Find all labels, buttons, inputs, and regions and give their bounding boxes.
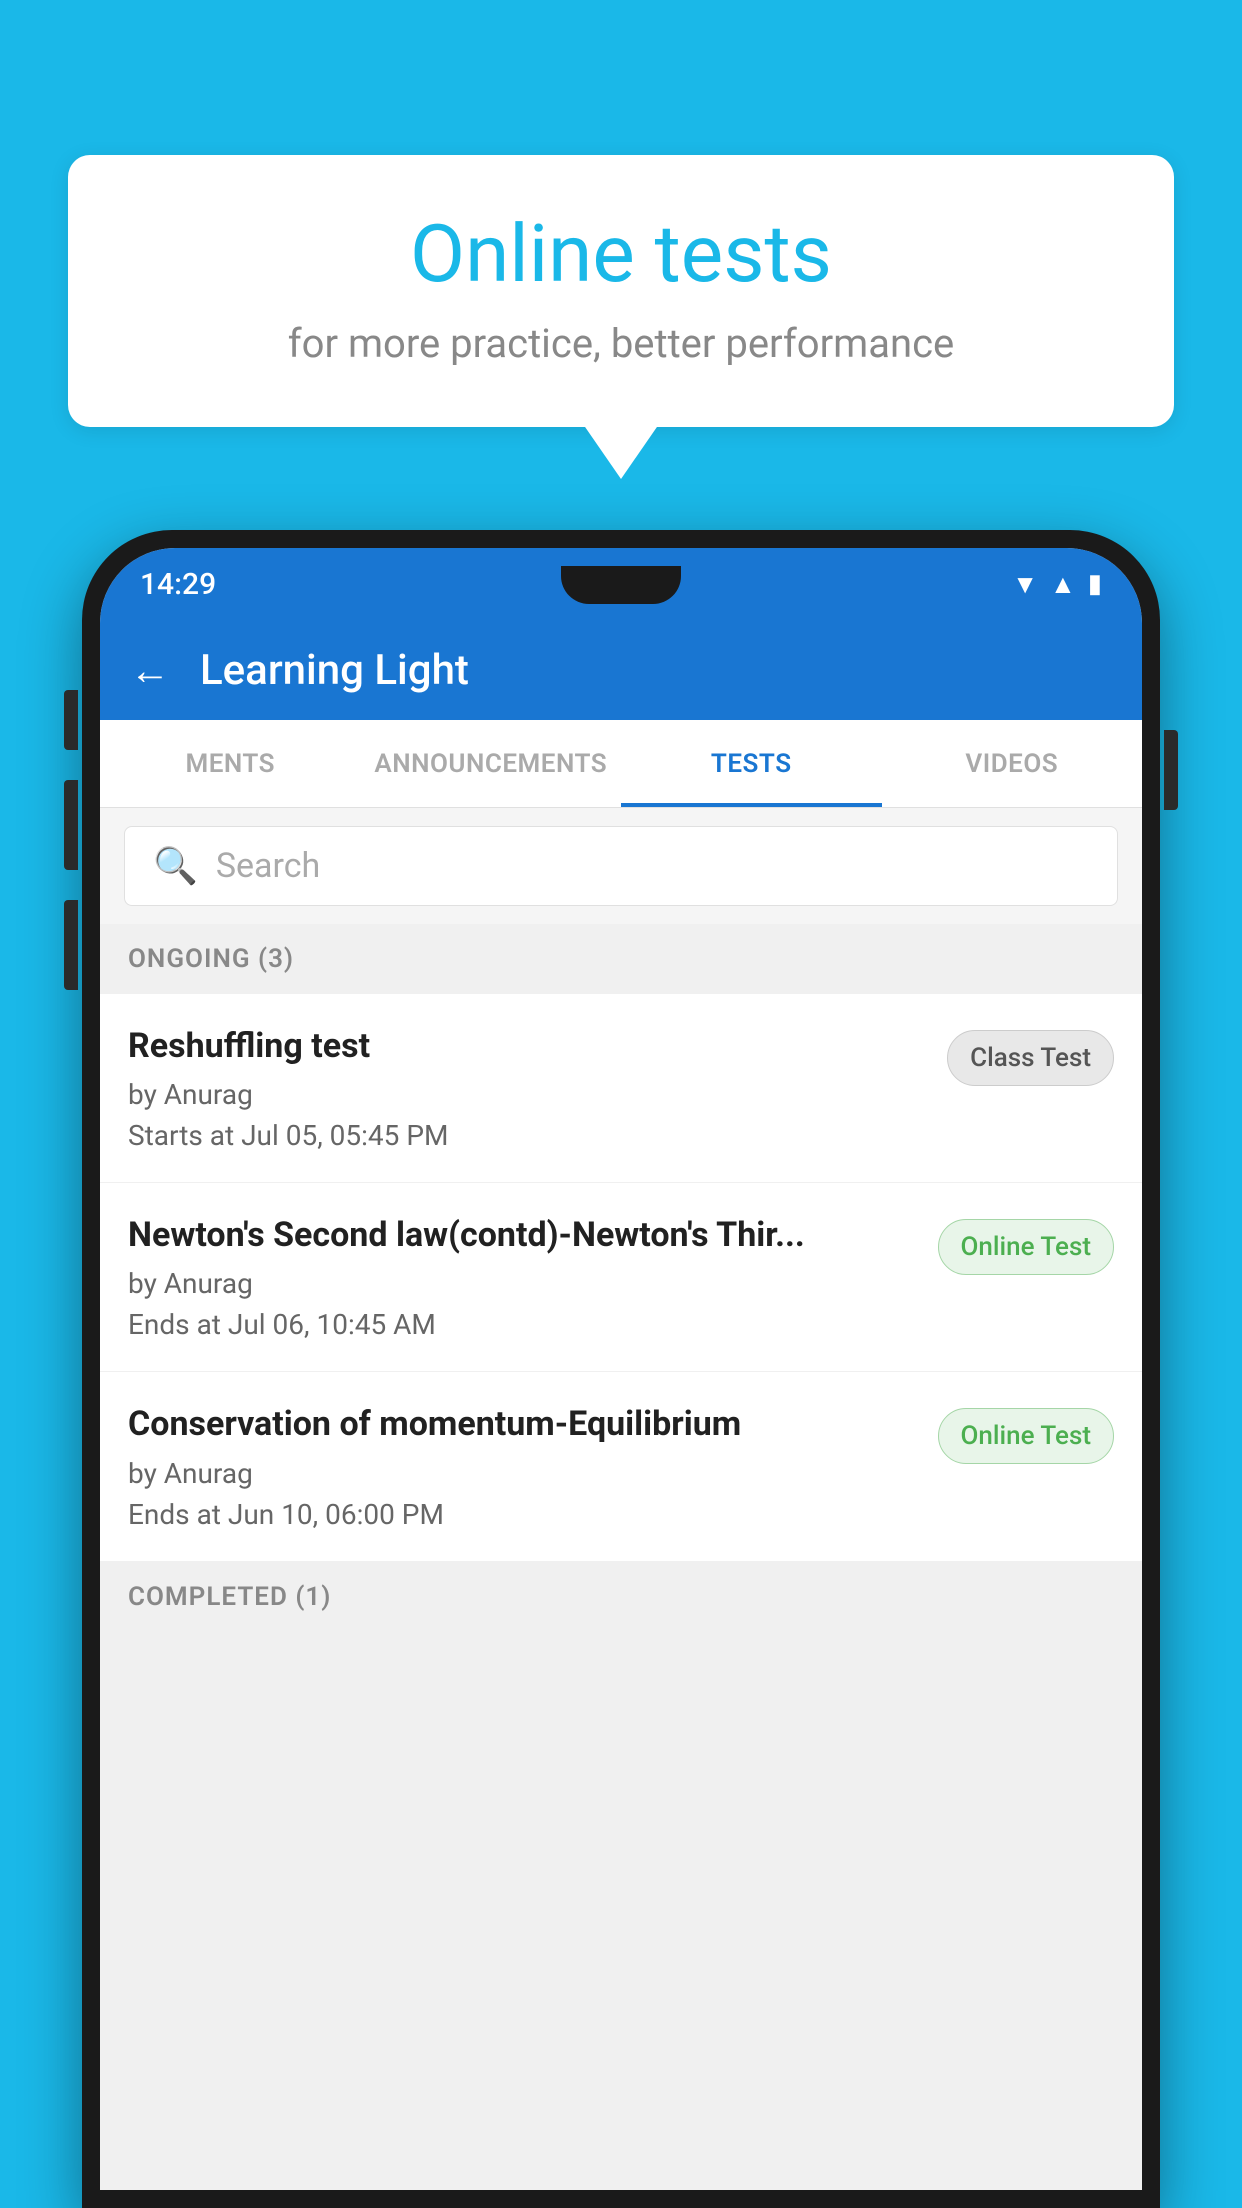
list-item[interactable]: Newton's Second law(contd)-Newton's Thir… xyxy=(100,1183,1142,1372)
test-by: by Anurag xyxy=(128,1457,914,1490)
ongoing-section-label: ONGOING (3) xyxy=(100,924,1142,994)
test-by: by Anurag xyxy=(128,1078,923,1111)
phone-volume-up xyxy=(64,780,78,870)
search-input[interactable]: Search xyxy=(216,846,320,886)
signal-icon: ▲ xyxy=(1050,569,1076,600)
tab-tests[interactable]: TESTS xyxy=(621,720,882,807)
app-title: Learning Light xyxy=(200,646,469,695)
bubble-title: Online tests xyxy=(128,210,1114,298)
phone-notch xyxy=(561,566,681,604)
class-test-badge: Class Test xyxy=(947,1030,1114,1086)
online-test-badge: Online Test xyxy=(938,1219,1115,1275)
test-date: Ends at Jul 06, 10:45 AM xyxy=(128,1308,914,1341)
test-title: Reshuffling test xyxy=(128,1024,923,1068)
phone-power-button xyxy=(1164,730,1178,810)
search-container: 🔍 Search xyxy=(100,808,1142,924)
back-button[interactable]: ← xyxy=(130,647,170,694)
phone-screen: 14:29 ▼ ▲ ▮ ← Learning Light MENTS ANNOU… xyxy=(100,548,1142,2190)
search-bar[interactable]: 🔍 Search xyxy=(124,826,1118,906)
test-info: Conservation of momentum-Equilibrium by … xyxy=(128,1402,914,1530)
test-info: Reshuffling test by Anurag Starts at Jul… xyxy=(128,1024,923,1152)
list-item[interactable]: Reshuffling test by Anurag Starts at Jul… xyxy=(100,994,1142,1183)
status-icons: ▼ ▲ ▮ xyxy=(1012,569,1102,600)
test-info: Newton's Second law(contd)-Newton's Thir… xyxy=(128,1213,914,1341)
tab-ments[interactable]: MENTS xyxy=(100,720,361,807)
phone-volume-down xyxy=(64,900,78,990)
search-icon: 🔍 xyxy=(153,845,198,887)
bubble-subtitle: for more practice, better performance xyxy=(128,320,1114,367)
test-date: Starts at Jul 05, 05:45 PM xyxy=(128,1119,923,1152)
list-item[interactable]: Conservation of momentum-Equilibrium by … xyxy=(100,1372,1142,1561)
online-test-badge-2: Online Test xyxy=(938,1408,1115,1464)
phone-frame: 14:29 ▼ ▲ ▮ ← Learning Light MENTS ANNOU… xyxy=(82,530,1160,2208)
test-by: by Anurag xyxy=(128,1267,914,1300)
completed-section-label: COMPLETED (1) xyxy=(100,1562,1142,1632)
test-list: Reshuffling test by Anurag Starts at Jul… xyxy=(100,994,1142,1562)
test-title: Newton's Second law(contd)-Newton's Thir… xyxy=(128,1213,914,1257)
test-date: Ends at Jun 10, 06:00 PM xyxy=(128,1498,914,1531)
test-title: Conservation of momentum-Equilibrium xyxy=(128,1402,914,1446)
wifi-icon: ▼ xyxy=(1012,569,1038,600)
tab-announcements[interactable]: ANNOUNCEMENTS xyxy=(361,720,622,807)
tabs-bar: MENTS ANNOUNCEMENTS TESTS VIDEOS xyxy=(100,720,1142,808)
phone-volume-silent xyxy=(64,690,78,750)
speech-bubble: Online tests for more practice, better p… xyxy=(68,155,1174,427)
battery-icon: ▮ xyxy=(1088,569,1102,599)
app-bar: ← Learning Light xyxy=(100,620,1142,720)
tab-videos[interactable]: VIDEOS xyxy=(882,720,1143,807)
status-time: 14:29 xyxy=(140,567,216,602)
speech-bubble-container: Online tests for more practice, better p… xyxy=(68,155,1174,427)
